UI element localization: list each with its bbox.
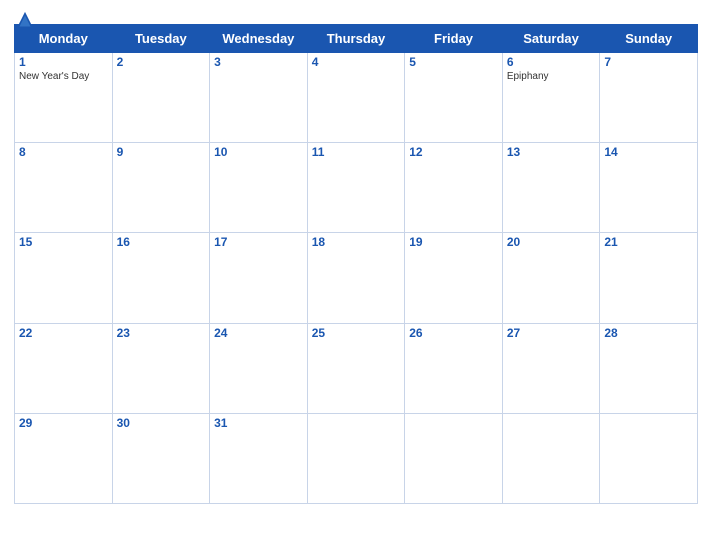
day-number: 27 [507, 326, 596, 340]
calendar-table: MondayTuesdayWednesdayThursdayFridaySatu… [14, 24, 698, 504]
day-number: 16 [117, 235, 206, 249]
day-number: 13 [507, 145, 596, 159]
day-number: 17 [214, 235, 303, 249]
day-number: 28 [604, 326, 693, 340]
calendar-cell: 6 Epiphany [502, 53, 600, 143]
calendar-week-row: 22 23 24 25 26 27 28 [15, 323, 698, 413]
calendar-cell: 5 [405, 53, 503, 143]
calendar-cell: 2 [112, 53, 210, 143]
day-number: 26 [409, 326, 498, 340]
calendar-cell [502, 413, 600, 503]
day-number: 2 [117, 55, 206, 69]
logo-wrapper [14, 10, 38, 32]
day-number: 25 [312, 326, 401, 340]
day-number: 1 [19, 55, 108, 69]
day-number: 5 [409, 55, 498, 69]
calendar-cell: 11 [307, 143, 405, 233]
calendar-cell: 29 [15, 413, 113, 503]
calendar-week-row: 15 16 17 18 19 20 21 [15, 233, 698, 323]
calendar-cell: 21 [600, 233, 698, 323]
calendar-cell: 14 [600, 143, 698, 233]
day-number: 15 [19, 235, 108, 249]
day-number: 30 [117, 416, 206, 430]
weekday-header-row: MondayTuesdayWednesdayThursdayFridaySatu… [15, 25, 698, 53]
day-number: 4 [312, 55, 401, 69]
day-number: 21 [604, 235, 693, 249]
calendar-cell: 25 [307, 323, 405, 413]
holiday-name: Epiphany [507, 71, 596, 82]
day-number: 3 [214, 55, 303, 69]
day-number: 24 [214, 326, 303, 340]
calendar-cell: 18 [307, 233, 405, 323]
calendar-cell [600, 413, 698, 503]
calendar-cell: 22 [15, 323, 113, 413]
calendar-cell: 19 [405, 233, 503, 323]
day-number: 14 [604, 145, 693, 159]
day-number: 20 [507, 235, 596, 249]
calendar-week-row: 29 30 31 [15, 413, 698, 503]
calendar-cell: 4 [307, 53, 405, 143]
day-number: 19 [409, 235, 498, 249]
calendar-cell: 26 [405, 323, 503, 413]
calendar-cell: 15 [15, 233, 113, 323]
calendar-cell: 9 [112, 143, 210, 233]
calendar-cell: 10 [210, 143, 308, 233]
calendar-cell: 27 [502, 323, 600, 413]
day-number: 10 [214, 145, 303, 159]
weekday-header-wednesday: Wednesday [210, 25, 308, 53]
calendar-cell: 16 [112, 233, 210, 323]
calendar-cell: 13 [502, 143, 600, 233]
calendar-cell: 7 [600, 53, 698, 143]
logo-icon [14, 10, 36, 32]
calendar-cell: 23 [112, 323, 210, 413]
day-number: 11 [312, 145, 401, 159]
day-number: 12 [409, 145, 498, 159]
calendar-cell: 28 [600, 323, 698, 413]
calendar-container: MondayTuesdayWednesdayThursdayFridaySatu… [0, 0, 712, 550]
calendar-cell: 20 [502, 233, 600, 323]
calendar-week-row: 89 10 11 12 13 14 [15, 143, 698, 233]
weekday-header-sunday: Sunday [600, 25, 698, 53]
calendar-thead: MondayTuesdayWednesdayThursdayFridaySatu… [15, 25, 698, 53]
calendar-week-row: 1 New Year's Day 23456 Epiphany 7 [15, 53, 698, 143]
day-number: 7 [604, 55, 693, 69]
calendar-cell: 17 [210, 233, 308, 323]
day-number: 29 [19, 416, 108, 430]
logo-row [14, 10, 38, 32]
day-number: 22 [19, 326, 108, 340]
weekday-header-thursday: Thursday [307, 25, 405, 53]
calendar-cell: 1 New Year's Day [15, 53, 113, 143]
day-number: 6 [507, 55, 596, 69]
weekday-header-saturday: Saturday [502, 25, 600, 53]
day-number: 9 [117, 145, 206, 159]
day-number: 8 [19, 145, 108, 159]
calendar-cell: 30 [112, 413, 210, 503]
weekday-header-tuesday: Tuesday [112, 25, 210, 53]
weekday-header-friday: Friday [405, 25, 503, 53]
calendar-cell: 12 [405, 143, 503, 233]
calendar-cell: 3 [210, 53, 308, 143]
holiday-name: New Year's Day [19, 71, 108, 82]
calendar-cell: 31 [210, 413, 308, 503]
day-number: 31 [214, 416, 303, 430]
calendar-cell [405, 413, 503, 503]
logo-area [14, 10, 38, 32]
calendar-header [14, 10, 698, 18]
calendar-cell: 8 [15, 143, 113, 233]
calendar-tbody: 1New Year's Day23456Epiphany789101112131… [15, 53, 698, 504]
day-number: 18 [312, 235, 401, 249]
day-number: 23 [117, 326, 206, 340]
calendar-cell [307, 413, 405, 503]
calendar-cell: 24 [210, 323, 308, 413]
